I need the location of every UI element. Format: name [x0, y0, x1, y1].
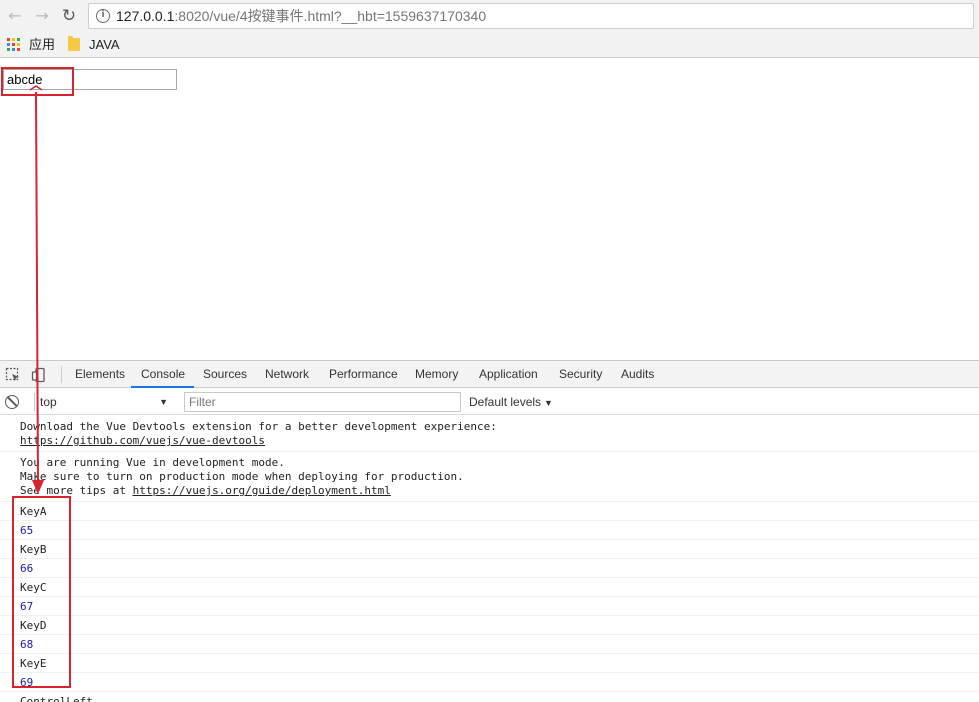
tab-sources[interactable]: Sources	[203, 361, 247, 388]
folder-icon[interactable]	[68, 36, 80, 51]
log-levels-label: Default levels	[469, 395, 542, 409]
devtools-panel: Elements Console Sources Network Perform…	[0, 360, 979, 702]
url-text[interactable]: 127.0.0.1:8020/vue/4按键事件.html?__hbt=1559…	[116, 8, 486, 25]
dropdown-arrow-icon: ▼	[159, 397, 168, 407]
console-log-line: KeyC	[0, 578, 979, 597]
console-log-line: KeyD	[0, 616, 979, 635]
devtools-tab-bar: Elements Console Sources Network Perform…	[0, 361, 979, 388]
console-filter-bar: top ▼ Default levels▼	[0, 389, 979, 415]
url-path: :8020/vue/4按键事件.html?__hbt=1559637170340	[174, 8, 487, 24]
console-log-number: 65	[0, 521, 979, 540]
apps-dot	[12, 38, 15, 41]
tab-audits[interactable]: Audits	[621, 361, 654, 388]
context-value: top	[40, 395, 57, 409]
console-log-line: KeyB	[0, 540, 979, 559]
console-link[interactable]: https://github.com/vuejs/vue-devtools	[20, 434, 265, 447]
annotation-log-box	[12, 496, 71, 688]
apps-dot	[17, 38, 20, 41]
tab-network[interactable]: Network	[265, 361, 309, 388]
message-text: Make sure to turn on production mode whe…	[20, 470, 464, 483]
filter-input[interactable]	[184, 392, 461, 412]
apps-dot	[7, 48, 10, 51]
context-select[interactable]: top ▼	[34, 393, 172, 411]
back-arrow-icon[interactable]: ←	[5, 6, 25, 26]
log-levels-select[interactable]: Default levels ▼	[469, 394, 553, 411]
apps-dot	[7, 43, 10, 46]
apps-grid-icon[interactable]	[7, 38, 20, 51]
address-bar[interactable]: i 127.0.0.1:8020/vue/4按键事件.html?__hbt=15…	[88, 3, 974, 29]
console-log-number: 69	[0, 673, 979, 692]
browser-toolbar: ← → ↻ i 127.0.0.1:8020/vue/4按键事件.html?__…	[0, 0, 979, 32]
clear-console-icon[interactable]	[5, 395, 19, 409]
console-log-number: 67	[0, 597, 979, 616]
message-text: Download the Vue Devtools extension for …	[20, 420, 497, 433]
console-message: You are running Vue in development mode.…	[0, 452, 979, 502]
info-icon[interactable]: i	[96, 9, 110, 23]
tab-application[interactable]: Application	[479, 361, 538, 388]
bookmark-apps[interactable]: 应用	[29, 37, 55, 53]
console-log-line: KeyE	[0, 654, 979, 673]
apps-dot	[7, 38, 10, 41]
tab-elements[interactable]: Elements	[75, 361, 125, 388]
console-message: Download the Vue Devtools extension for …	[0, 416, 979, 452]
console-log-number: 68	[0, 635, 979, 654]
apps-dot	[17, 48, 20, 51]
console-link[interactable]: https://vuejs.org/guide/deployment.html	[133, 484, 391, 497]
annotation-input-box	[1, 67, 74, 96]
tab-security[interactable]: Security	[559, 361, 602, 388]
tab-performance[interactable]: Performance	[329, 361, 398, 388]
bookmarks-bar: 应用 JAVA	[0, 32, 979, 58]
inspect-element-icon[interactable]	[5, 367, 21, 383]
apps-dot	[12, 48, 15, 51]
active-tab-indicator	[131, 386, 194, 388]
tab-memory[interactable]: Memory	[415, 361, 458, 388]
apps-dot	[17, 43, 20, 46]
apps-dot	[12, 43, 15, 46]
message-text: You are running Vue in development mode.	[20, 456, 285, 469]
bookmark-java[interactable]: JAVA	[89, 37, 120, 53]
console-log-line: KeyA	[0, 502, 979, 521]
forward-arrow-icon[interactable]: →	[32, 6, 52, 26]
page-content	[0, 59, 979, 360]
device-toolbar-icon[interactable]	[31, 367, 47, 383]
console-messages: Download the Vue Devtools extension for …	[0, 416, 979, 702]
url-host: 127.0.0.1	[116, 8, 175, 24]
dropdown-arrow-icon: ▼	[544, 398, 553, 408]
console-log-number: 66	[0, 559, 979, 578]
tab-console[interactable]: Console	[141, 361, 185, 388]
tab-separator	[61, 366, 62, 383]
reload-icon[interactable]: ↻	[59, 6, 79, 26]
console-log-line: ControlLeft	[0, 692, 979, 702]
